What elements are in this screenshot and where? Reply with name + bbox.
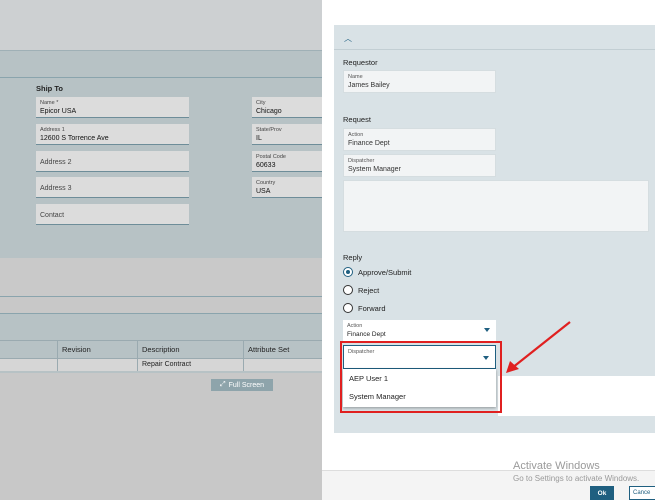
- request-dispatcher-value: System Manager: [348, 166, 401, 173]
- ship-city-label: City: [256, 100, 266, 106]
- ship-address3-placeholder: Address 3: [40, 185, 72, 192]
- ship-country-label: Country: [256, 180, 276, 186]
- divider: [0, 77, 322, 78]
- requestor-name-value: James Bailey: [348, 82, 390, 89]
- grid-cell[interactable]: Repair Contract: [137, 358, 243, 371]
- radio-forward-label: Forward: [358, 303, 386, 313]
- request-dispatcher-field: Dispatcher System Manager: [343, 154, 496, 177]
- cancel-button[interactable]: Cance: [629, 486, 655, 500]
- ship-country-field[interactable]: Country USA: [252, 177, 322, 198]
- ship-state-label: State/Prov: [256, 127, 282, 133]
- grid-header-description[interactable]: Description: [137, 341, 243, 358]
- requestor-name-field: Name James Bailey: [343, 70, 496, 93]
- ship-address1-value: 12600 S Torrence Ave: [40, 135, 109, 142]
- background-band: [0, 258, 322, 296]
- ship-country-value: USA: [256, 188, 271, 195]
- ship-address1-label: Address 1: [40, 127, 65, 133]
- grid-cell[interactable]: [57, 358, 137, 371]
- task-panel: ︿ Requestor Name James Bailey Request Ac…: [322, 0, 655, 500]
- radio-unselected-icon: [343, 303, 353, 313]
- requestor-name-label: Name: [348, 74, 363, 80]
- request-action-value: Finance Dept: [348, 140, 390, 147]
- ship-postal-value: 60633: [256, 162, 276, 169]
- reply-action-value: Finance Dept: [347, 331, 386, 338]
- reply-heading: Reply: [343, 253, 363, 262]
- ship-contact-field[interactable]: Contact: [36, 204, 189, 225]
- chevron-down-icon: [484, 328, 490, 332]
- ok-button[interactable]: Ok: [590, 486, 614, 500]
- ship-contact-placeholder: Contact: [40, 212, 65, 219]
- background-form: Ship To Name * Epicor USA Address 1 1260…: [0, 0, 322, 500]
- activate-windows-title: Activate Windows: [513, 460, 600, 472]
- ship-state-field[interactable]: State/Prov IL: [252, 124, 322, 145]
- expand-icon: ⤢: [219, 381, 226, 388]
- radio-reject[interactable]: Reject: [343, 285, 379, 295]
- grid-header-attribute-set[interactable]: Attribute Set: [243, 341, 322, 358]
- ship-name-label: Name *: [40, 100, 59, 106]
- ship-state-value: IL: [256, 135, 262, 142]
- ship-city-field[interactable]: City Chicago: [252, 97, 322, 118]
- radio-selected-icon: [343, 267, 353, 277]
- dropdown-backdrop: [498, 376, 655, 416]
- radio-forward[interactable]: Forward: [343, 303, 386, 313]
- annotation-arrow-icon: [506, 321, 571, 373]
- ship-name-value: Epicor USA: [40, 108, 77, 115]
- radio-reject-label: Reject: [358, 285, 380, 295]
- ship-to-heading: Ship To: [36, 84, 63, 93]
- lower-area: [0, 373, 322, 500]
- divider: [334, 49, 655, 50]
- full-screen-button[interactable]: ⤢ Full Screen: [211, 379, 273, 391]
- grid-header-revision[interactable]: Revision: [57, 341, 137, 358]
- radio-approve-label: Approve/Submit: [358, 267, 412, 277]
- request-dispatcher-label: Dispatcher: [348, 158, 375, 164]
- top-strip: [0, 0, 322, 50]
- full-screen-label: Full Screen: [228, 381, 264, 389]
- comment-textarea[interactable]: [343, 180, 649, 232]
- ship-address1-field[interactable]: Address 1 12600 S Torrence Ave: [36, 124, 189, 145]
- divider: [0, 296, 322, 297]
- ship-address2-placeholder: Address 2: [40, 159, 72, 166]
- ship-address3-field[interactable]: Address 3: [36, 177, 189, 198]
- divider: [0, 313, 322, 314]
- grid-cell[interactable]: [243, 358, 322, 371]
- ship-name-field[interactable]: Name * Epicor USA: [36, 97, 189, 118]
- activate-windows-subtitle: Go to Settings to activate Windows.: [513, 474, 640, 483]
- request-action-field: Action Finance Dept: [343, 128, 496, 151]
- ship-city-value: Chicago: [256, 108, 282, 115]
- grid-cell[interactable]: [0, 358, 57, 371]
- ship-postal-field[interactable]: Postal Code 60633: [252, 151, 322, 172]
- collapse-caret-icon[interactable]: ︿: [344, 33, 352, 44]
- request-heading: Request: [343, 115, 371, 124]
- reply-action-dropdown[interactable]: Action Finance Dept: [343, 320, 496, 342]
- radio-approve-submit[interactable]: Approve/Submit: [343, 267, 411, 277]
- reply-action-label: Action: [347, 323, 363, 329]
- ship-postal-label: Postal Code: [256, 154, 286, 160]
- request-action-label: Action: [348, 132, 364, 138]
- requestor-heading: Requestor: [343, 58, 378, 67]
- highlight-box: [340, 341, 502, 413]
- radio-unselected-icon: [343, 285, 353, 295]
- ship-address2-field[interactable]: Address 2: [36, 151, 189, 172]
